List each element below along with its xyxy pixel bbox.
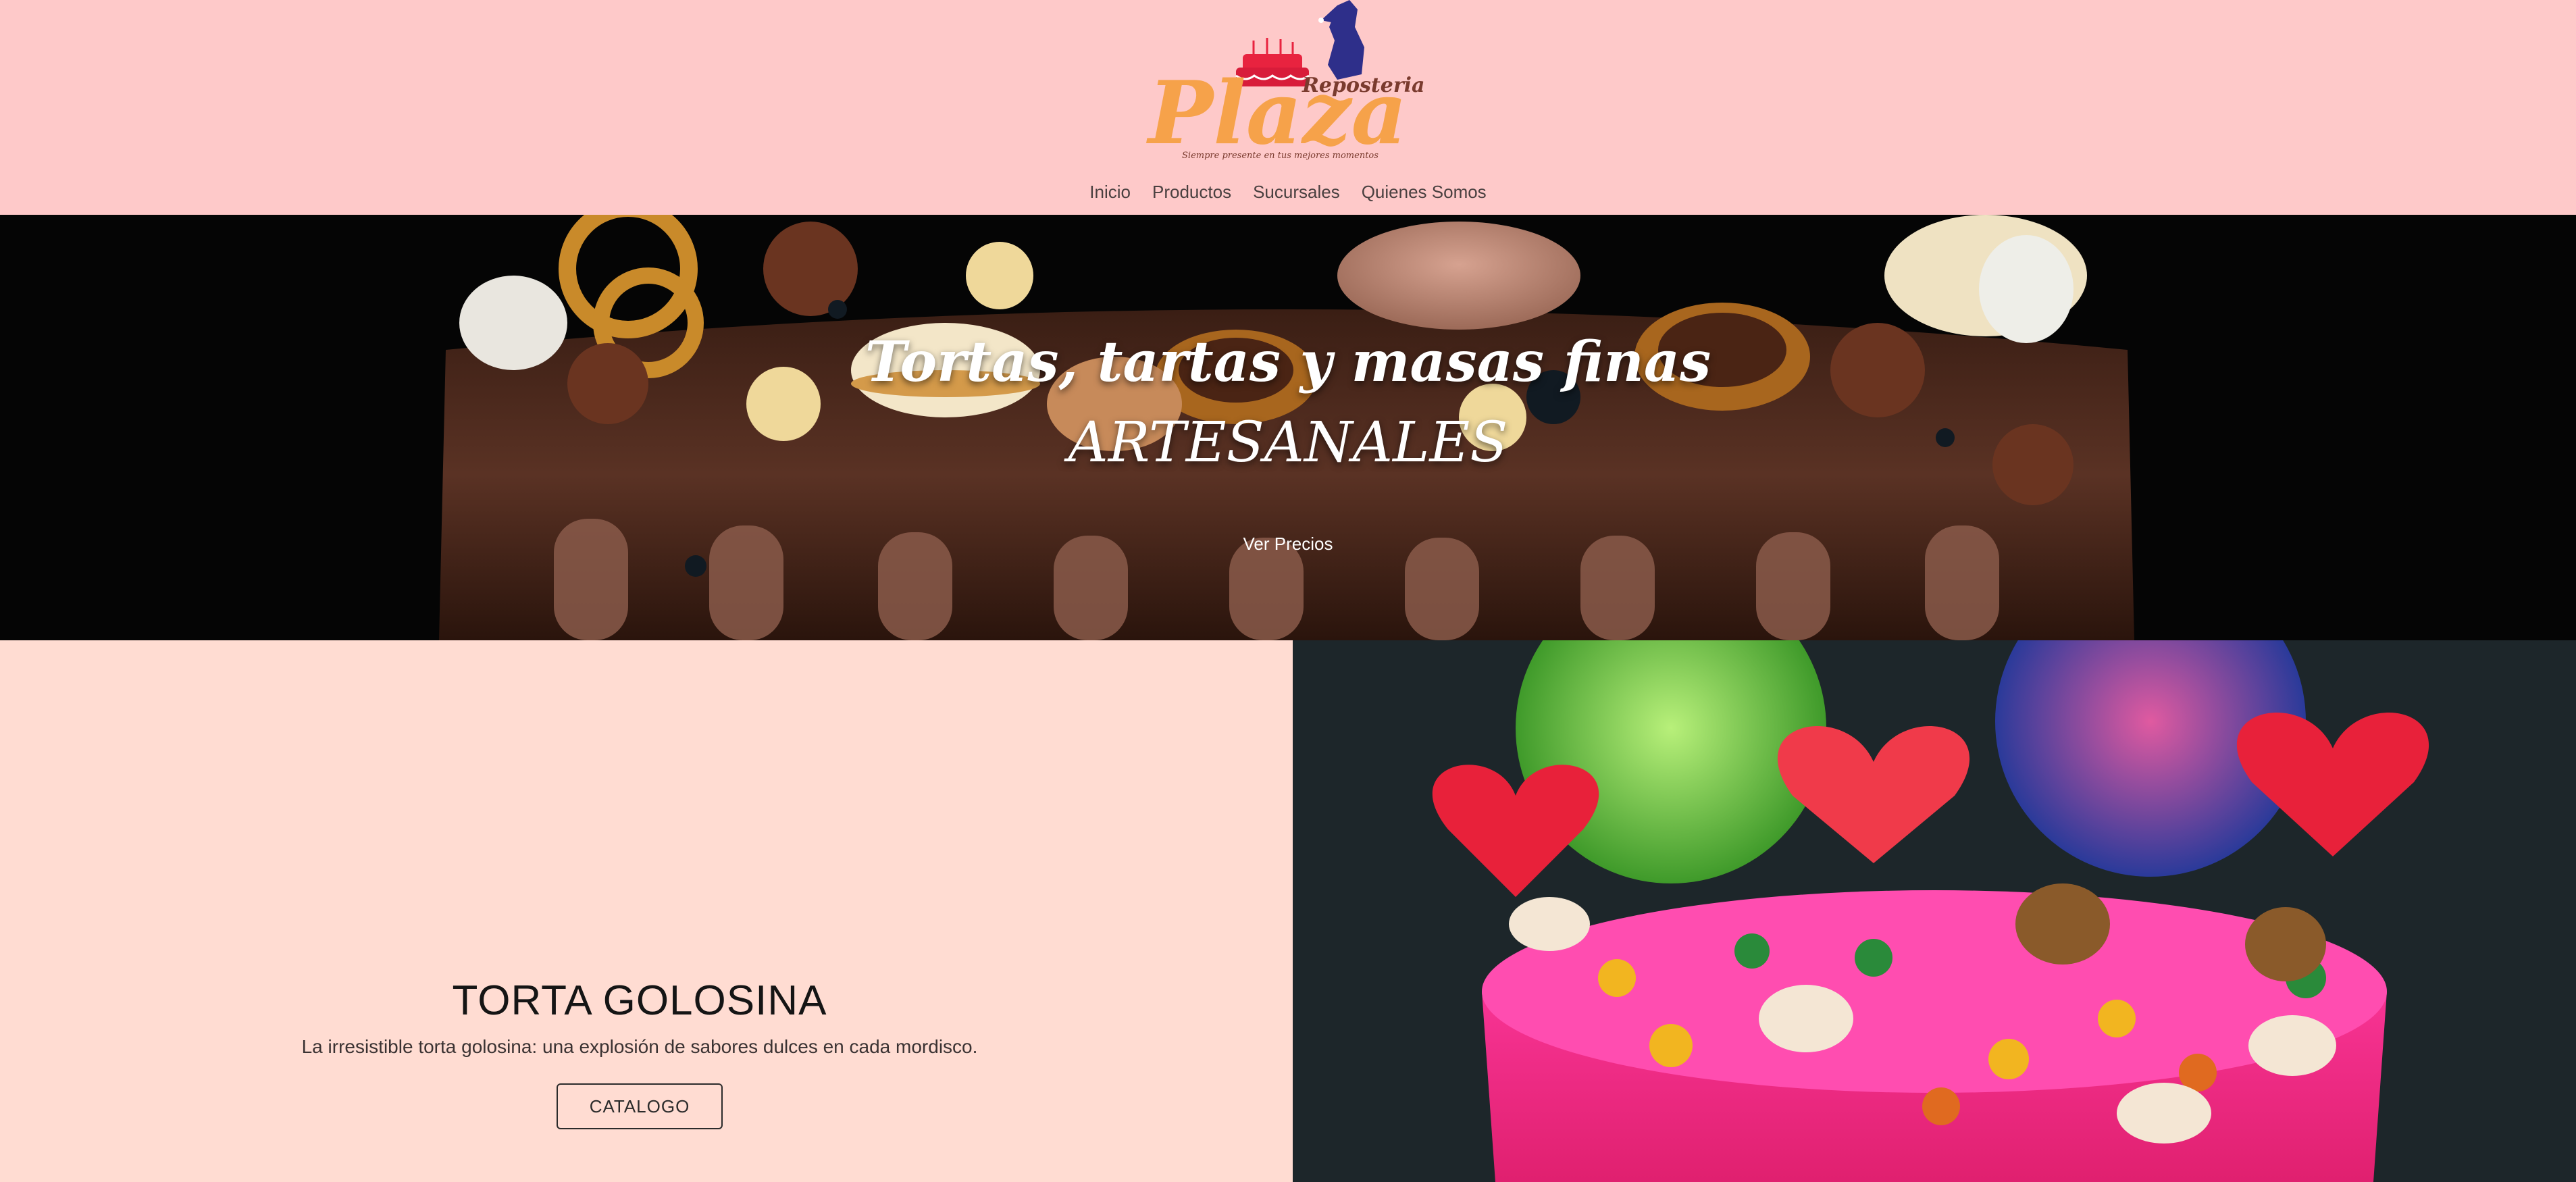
hero-title-line1: Tortas, tartas y masas finas [865, 330, 1711, 394]
torta-golosina-image [1293, 640, 2576, 1182]
nav-item-sucursales[interactable]: Sucursales [1253, 179, 1340, 205]
hero-title-line2: ARTESANALES [1068, 411, 1508, 475]
nav-item-inicio[interactable]: Inicio [1089, 179, 1131, 205]
feature-description: La irresistible torta golosina: una expl… [301, 1036, 978, 1057]
nav-item-quienes-somos[interactable]: Quienes Somos [1362, 179, 1487, 205]
main-nav: Inicio Productos Sucursales Quienes Somo… [0, 177, 2576, 207]
ver-precios-button[interactable]: Ver Precios [1224, 527, 1352, 561]
svg-text:Siempre presente en tus mejore: Siempre presente en tus mejores momentos [1182, 151, 1379, 161]
catalogo-button[interactable]: CATALOGO [557, 1083, 723, 1129]
feature-title: TORTA GOLOSINA [452, 977, 827, 1024]
reposteria-plaza-logo[interactable]: Plaza Reposteria Siempre presente en tus… [1135, 0, 1459, 166]
hero-banner: Tortas, tartas y masas finas ARTESANALES… [0, 215, 2576, 640]
nav-item-productos[interactable]: Productos [1152, 179, 1231, 205]
svg-text:Reposteria: Reposteria [1302, 74, 1424, 97]
site-header: Plaza Reposteria Siempre presente en tus… [0, 0, 2576, 215]
